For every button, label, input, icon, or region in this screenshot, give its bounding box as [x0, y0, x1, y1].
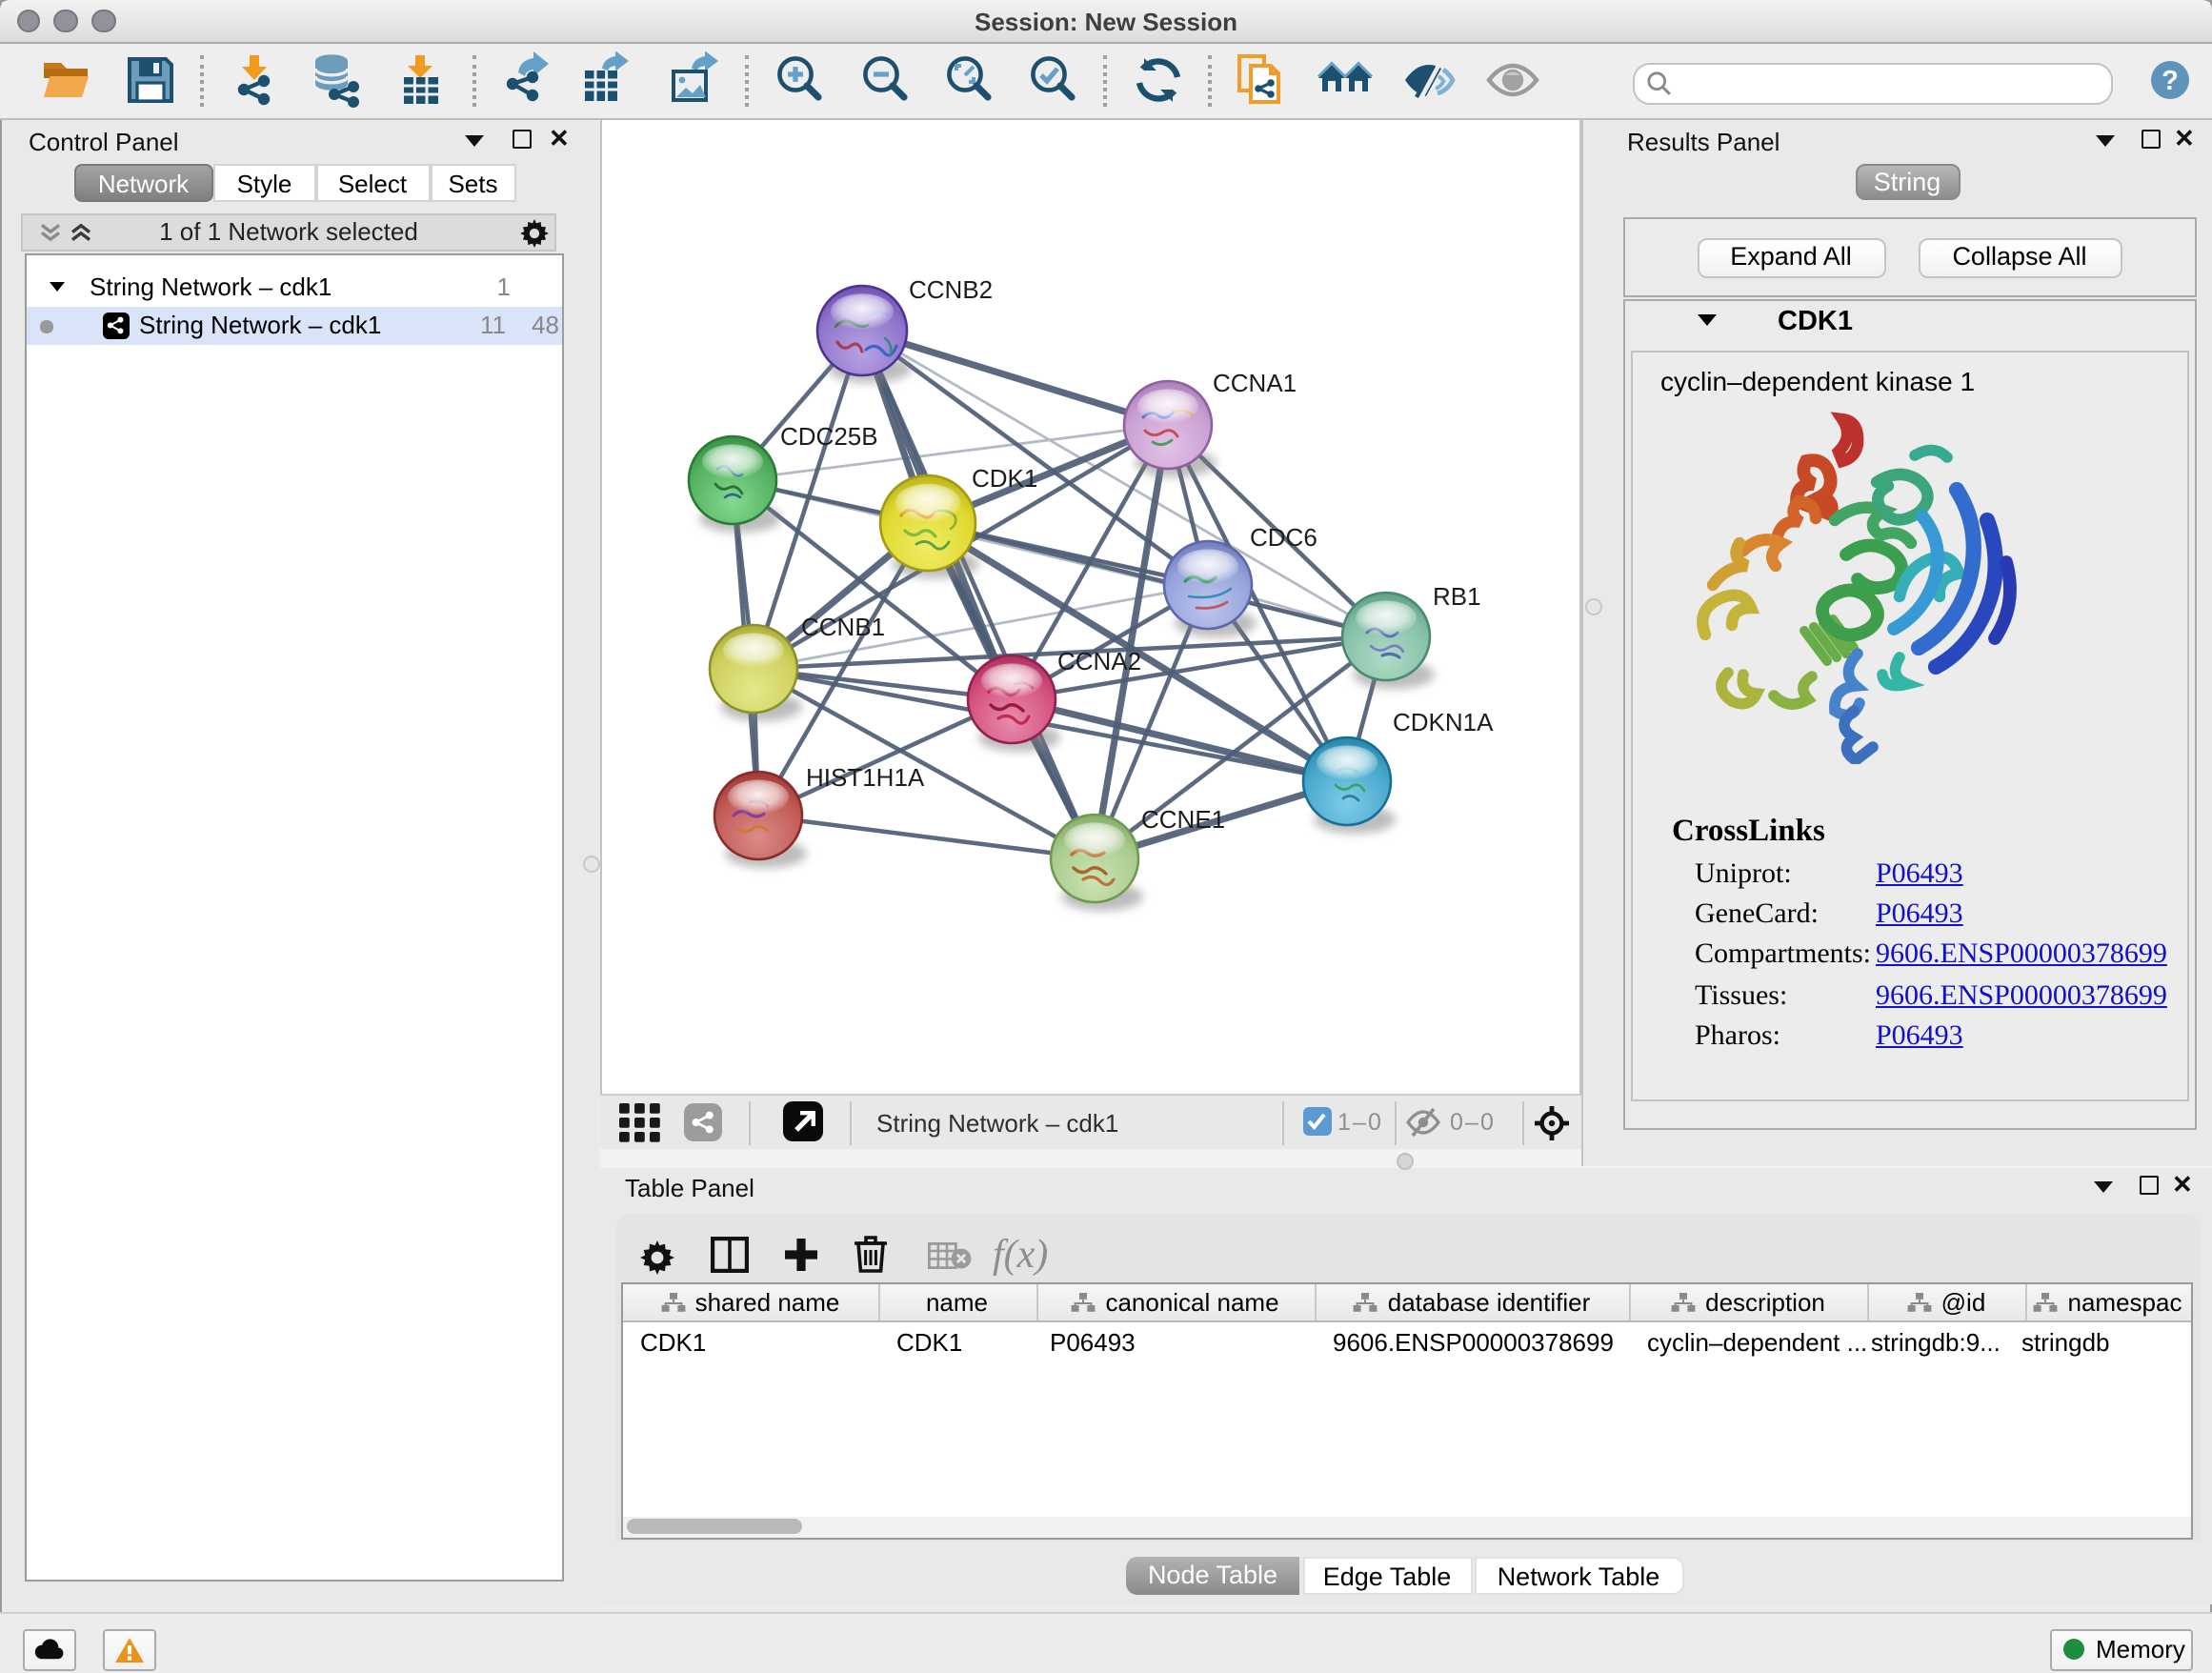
svg-text:CCNB1: CCNB1: [801, 612, 885, 640]
svg-text:CCNA1: CCNA1: [1213, 368, 1297, 396]
svg-text:CDC6: CDC6: [1250, 522, 1317, 551]
svg-text:CDKN1A: CDKN1A: [1393, 707, 1494, 736]
svg-text:CDC25B: CDC25B: [780, 421, 878, 450]
svg-text:CCNB2: CCNB2: [909, 274, 993, 303]
svg-text:RB1: RB1: [1433, 581, 1481, 610]
svg-text:CDK1: CDK1: [972, 463, 1037, 492]
svg-text:?: ?: [2161, 66, 2178, 96]
svg-text:HIST1H1A: HIST1H1A: [806, 762, 925, 791]
svg-text:CCNE1: CCNE1: [1141, 804, 1225, 833]
svg-text:CCNA2: CCNA2: [1057, 646, 1141, 675]
